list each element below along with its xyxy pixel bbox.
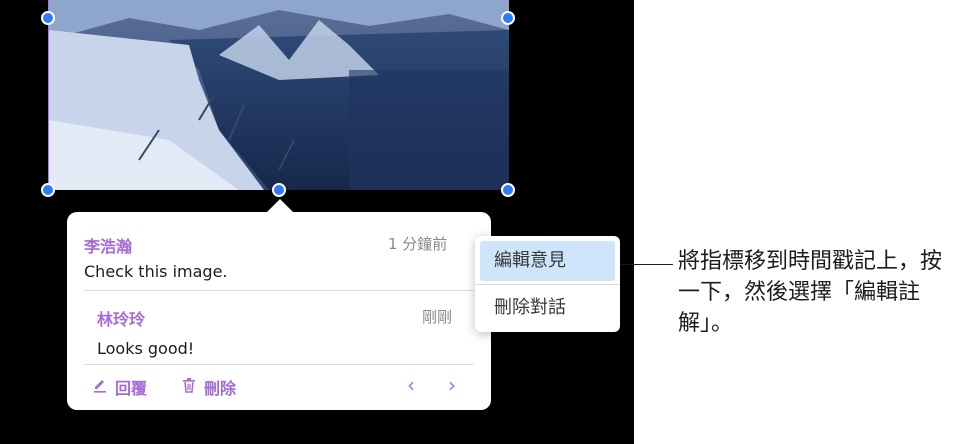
- actions-divider: [84, 364, 474, 365]
- comment-text: Check this image.: [84, 262, 228, 281]
- resize-handle-bottom-left[interactable]: [41, 183, 55, 197]
- comment-divider: [84, 290, 474, 291]
- comment-timestamp[interactable]: 1 分鐘前: [388, 233, 447, 254]
- comment-author: 李浩瀚: [84, 237, 133, 256]
- reply-author: 林玲玲: [97, 310, 146, 329]
- callout-text: 將指標移到時間戳記上，按一下，然後選擇「編輯註解」。: [678, 249, 943, 336]
- reply-timestamp[interactable]: 剛剛: [422, 306, 452, 327]
- next-comment-arrow[interactable]: ›: [448, 373, 456, 397]
- previous-comment-arrow[interactable]: ‹: [407, 373, 415, 397]
- popover-arrow: [266, 199, 294, 213]
- resize-handle-top-left[interactable]: [41, 11, 55, 25]
- trash-icon: [181, 377, 197, 397]
- resize-handle-top-right[interactable]: [501, 11, 515, 25]
- resize-handle-bottom-center[interactable]: [272, 183, 286, 197]
- delete-label: 刪除: [204, 379, 237, 398]
- delete-button[interactable]: 刪除: [181, 374, 236, 400]
- lake-photo[interactable]: [48, 0, 509, 190]
- timestamp-context-menu: 編輯意見 刪除對話: [475, 236, 620, 332]
- pencil-icon: [92, 377, 108, 397]
- callout-leader-line: [621, 264, 673, 265]
- menu-item-delete-conversation[interactable]: 刪除對話: [480, 288, 615, 328]
- reply-button[interactable]: 回覆: [92, 374, 147, 400]
- menu-item-edit-comment[interactable]: 編輯意見: [480, 241, 615, 281]
- menu-separator: [475, 284, 620, 285]
- reply-label: 回覆: [115, 379, 148, 398]
- resize-handle-bottom-right[interactable]: [501, 183, 515, 197]
- reply-text: Looks good!: [97, 339, 195, 358]
